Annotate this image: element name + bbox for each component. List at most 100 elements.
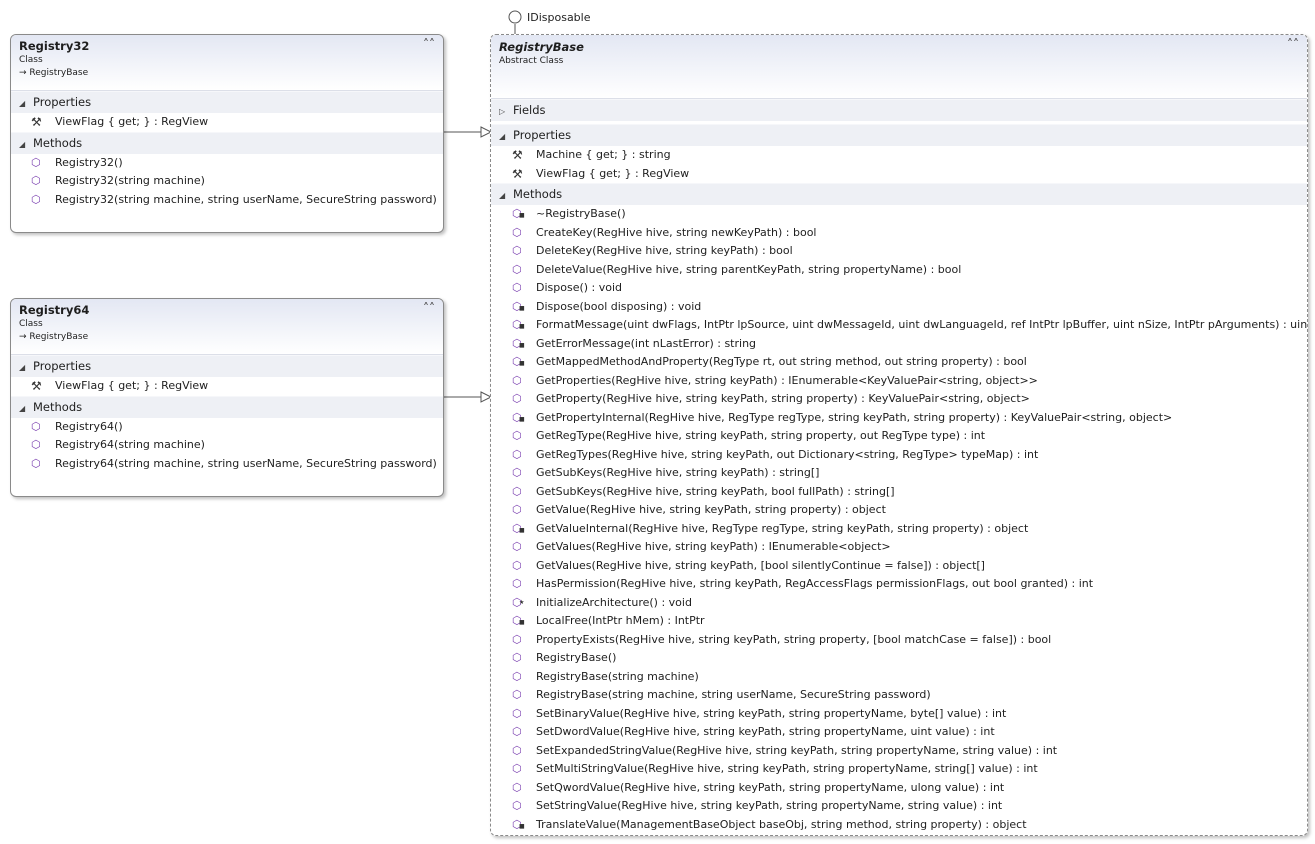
method-item[interactable]: ⬡ Registry64(string machine, string userN… <box>11 455 443 474</box>
base-class: → RegistryBase <box>19 332 89 342</box>
method-item[interactable]: ⬡ DeleteKey(RegHive hive, string keyPath)… <box>491 242 1307 261</box>
section-properties[interactable]: ◢ Properties <box>11 91 443 113</box>
member-signature: GetRegTypes(RegHive hive, string keyPath… <box>536 447 1039 461</box>
section-methods[interactable]: ◢ Methods <box>491 183 1307 205</box>
section-properties[interactable]: ◢ Properties <box>491 124 1307 146</box>
member-signature: SetExpandedStringValue(RegHive hive, str… <box>536 743 1058 757</box>
method-item[interactable]: ⬡ ■ GetValueInternal(RegHive hive, RegType… <box>491 520 1307 539</box>
section-properties[interactable]: ◢ Properties <box>11 355 443 377</box>
method-cube-icon: ⬡ <box>512 484 522 498</box>
method-item[interactable]: ⬡ GetSubKeys(RegHive hive, string keyPath… <box>491 464 1307 483</box>
wrench-property-icon: ⚒ <box>31 379 42 393</box>
method-item[interactable]: ⬡ SetBinaryValue(RegHive hive, string key… <box>491 705 1307 724</box>
member-signature: SetMultiStringValue(RegHive hive, string… <box>536 762 1038 775</box>
expanded-triangle-icon: ◢ <box>19 403 26 413</box>
method-item[interactable]: ⬡ ■ GetMappedMethodAndProperty(RegType rt,… <box>491 353 1307 372</box>
property-item[interactable]: ⚒ ViewFlag { get; } : RegView <box>11 113 443 132</box>
method-item[interactable]: ⬡ Registry32() <box>11 154 443 173</box>
method-cube-icon: ⬡ <box>512 373 522 387</box>
method-cube-icon: ⬡ <box>512 540 522 553</box>
method-item[interactable]: ⬡ GetValue(RegHive hive, string keyPath, … <box>491 501 1307 520</box>
class-header: RegistryBase Abstract Class ˄˄ <box>491 35 1307 99</box>
member-signature: PropertyExists(RegHive hive, string keyP… <box>536 632 1052 646</box>
section-methods[interactable]: ◢ Methods <box>11 395 443 418</box>
method-item[interactable]: ⬡ ■ FormatMessage(uint dwFlags, IntPtr lpS… <box>491 316 1307 335</box>
member-signature: TranslateValue(ManagementBaseObject base… <box>536 817 1027 831</box>
method-item[interactable]: ⬡ ■ ~RegistryBase() <box>491 205 1307 224</box>
method-item[interactable]: ⬡ ■ GetPropertyInternal(RegHive hive, RegT… <box>491 409 1307 428</box>
interface-lollipop-icon <box>508 10 522 24</box>
method-item[interactable]: ⬡ GetSubKeys(RegHive hive, string keyPath… <box>491 483 1307 502</box>
property-item[interactable]: ⚒ ViewFlag { get; } : RegView <box>11 377 443 396</box>
class-registry32[interactable]: Registry32 Class → RegistryBase ˄˄ ◢ Prop… <box>10 34 444 233</box>
method-cube-icon: ⬡ <box>512 651 522 664</box>
method-item[interactable]: ⬡ SetMultiStringValue(RegHive hive, strin… <box>491 760 1307 779</box>
property-item[interactable]: ⚒ ViewFlag { get; } : RegView <box>491 165 1307 184</box>
member-signature: SetQwordValue(RegHive hive, string keyPa… <box>536 780 1005 794</box>
member-signature: Dispose() : void <box>536 281 623 294</box>
method-item[interactable]: ⬡ Registry64() <box>11 418 443 437</box>
method-item[interactable]: ⬡ Registry64(string machine) <box>11 436 443 455</box>
member-signature: GetRegType(RegHive hive, string keyPath,… <box>536 429 986 442</box>
collapse-icon[interactable]: ˄˄ <box>423 38 435 50</box>
method-item[interactable]: ⬡ DeleteValue(RegHive hive, string parent… <box>491 261 1307 280</box>
method-item[interactable]: ⬡ SetDwordValue(RegHive hive, string keyP… <box>491 723 1307 742</box>
method-item[interactable]: ⬡ Registry32(string machine, string userN… <box>11 191 443 210</box>
member-signature: Registry64(string machine) <box>55 438 205 451</box>
member-signature: ViewFlag { get; } : RegView <box>55 379 209 392</box>
member-signature: RegistryBase() <box>536 651 617 664</box>
class-registrybase[interactable]: RegistryBase Abstract Class ˄˄ ▷ Fields ◢… <box>490 34 1308 836</box>
member-signature: ViewFlag { get; } : RegView <box>55 115 209 128</box>
method-item[interactable]: ⬡ RegistryBase(string machine) <box>491 668 1307 687</box>
method-item[interactable]: ⬡ ■ TranslateValue(ManagementBaseObject ba… <box>491 816 1307 835</box>
method-item[interactable]: ⬡ RegistryBase(string machine, string use… <box>491 686 1307 705</box>
collapse-icon[interactable]: ˄˄ <box>423 302 435 314</box>
method-item[interactable]: ⬡ Registry32(string machine) <box>11 172 443 191</box>
method-item[interactable]: ⬡ PropertyExists(RegHive hive, string key… <box>491 631 1307 650</box>
member-signature: GetValueInternal(RegHive hive, RegType r… <box>536 521 1029 535</box>
method-item[interactable]: ⬡ SetQwordValue(RegHive hive, string keyP… <box>491 779 1307 798</box>
method-item[interactable]: ⬡ RegistryBase() <box>491 649 1307 668</box>
member-signature: Registry64() <box>55 419 123 433</box>
section-fields[interactable]: ▷ Fields <box>491 99 1307 121</box>
method-item[interactable]: ⬡ ★ InitializeArchitecture() : void <box>491 594 1307 613</box>
method-item[interactable]: ⬡ ■ Dispose(bool disposing) : void <box>491 298 1307 317</box>
member-signature: SetStringValue(RegHive hive, string keyP… <box>536 799 1003 812</box>
method-cube-icon: ⬡ <box>512 244 522 257</box>
wrench-property-icon: ⚒ <box>512 148 523 162</box>
method-item[interactable]: ⬡ GetRegType(RegHive hive, string keyPath… <box>491 427 1307 446</box>
collapse-icon[interactable]: ˄˄ <box>1287 38 1299 50</box>
class-header: Registry64 Class → RegistryBase ˄˄ <box>11 299 443 355</box>
method-item[interactable]: ⬡ GetValues(RegHive hive, string keyPath,… <box>491 557 1307 576</box>
expanded-triangle-icon: ◢ <box>19 99 26 108</box>
member-signature: GetValue(RegHive hive, string keyPath, s… <box>536 503 886 516</box>
method-cube-icon: ⬡ ■ <box>512 520 536 539</box>
member-signature: RegistryBase(string machine, string user… <box>536 688 931 701</box>
method-item[interactable]: ⬡ GetValues(RegHive hive, string keyPath)… <box>491 538 1307 557</box>
method-cube-icon: ⬡ <box>512 281 522 294</box>
method-cube-icon: ⬡ ■ <box>512 205 536 224</box>
method-item[interactable]: ⬡ ■ LocalFree(IntPtr hMem) : IntPtr <box>491 612 1307 631</box>
member-signature: GetValues(RegHive hive, string keyPath, … <box>536 558 985 572</box>
method-cube-icon: ⬡ <box>31 419 41 433</box>
class-registry64[interactable]: Registry64 Class → RegistryBase ˄˄ ◢ Prop… <box>10 298 444 497</box>
base-class: → RegistryBase <box>19 68 89 78</box>
property-item[interactable]: ⚒ Machine { get; } : string <box>491 146 1307 165</box>
method-item[interactable]: ⬡ GetProperties(RegHive hive, string keyP… <box>491 372 1307 391</box>
method-item[interactable]: ⬡ SetStringValue(RegHive hive, string key… <box>491 797 1307 816</box>
method-item[interactable]: ⬡ GetProperty(RegHive hive, string keyPat… <box>491 390 1307 409</box>
method-item[interactable]: ⬡ HasPermission(RegHive hive, string keyP… <box>491 575 1307 594</box>
method-cube-icon: ⬡ <box>31 456 41 470</box>
method-item[interactable]: ⬡ CreateKey(RegHive hive, string newKeyPa… <box>491 224 1307 243</box>
section-methods[interactable]: ◢ Methods <box>11 131 443 154</box>
method-cube-icon: ⬡ <box>31 192 41 206</box>
method-cube-icon: ⬡ <box>512 706 522 720</box>
method-cube-icon: ⬡ <box>512 262 522 276</box>
member-signature: HasPermission(RegHive hive, string keyPa… <box>536 577 1094 590</box>
method-item[interactable]: ⬡ SetExpandedStringValue(RegHive hive, st… <box>491 742 1307 761</box>
method-item[interactable]: ⬡ Dispose() : void <box>491 279 1307 298</box>
method-item[interactable]: ⬡ ■ GetErrorMessage(int nLastError) : stri… <box>491 335 1307 354</box>
member-signature: Registry32() <box>55 155 123 169</box>
method-item[interactable]: ⬡ GetRegTypes(RegHive hive, string keyPat… <box>491 446 1307 465</box>
member-signature: Registry32(string machine, string userNa… <box>55 192 437 206</box>
